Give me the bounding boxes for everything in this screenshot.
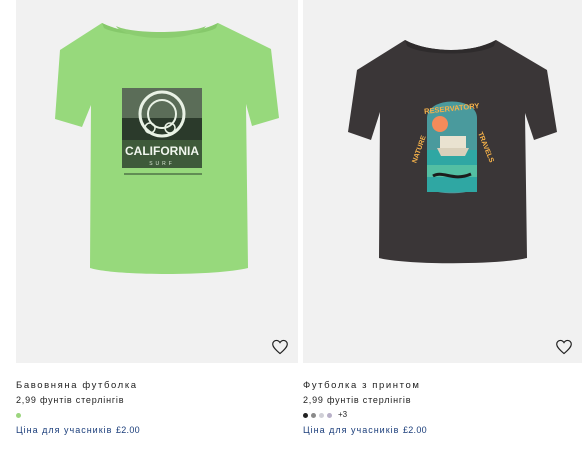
color-swatch[interactable] — [327, 412, 332, 418]
product-card[interactable]: RESERVATORY NATURE TRAVELS Футболка з пр… — [303, 0, 582, 436]
heart-icon[interactable] — [555, 339, 573, 355]
color-swatches — [16, 411, 298, 419]
product-price: 2,99 фунтів стерлінгів — [16, 395, 125, 405]
member-price: Ціна для учасників £2.00 — [303, 425, 582, 436]
product-image[interactable]: CALIFORNIA SURF — [16, 0, 298, 363]
member-price-label: Ціна для учасників — [16, 425, 113, 435]
heart-icon[interactable] — [271, 339, 289, 355]
charcoal-tshirt-image: RESERVATORY NATURE TRAVELS — [348, 40, 557, 264]
member-price-label: Ціна для учасників — [303, 425, 400, 435]
product-name[interactable]: Бавовняна футболка — [16, 380, 298, 392]
color-swatches: +3 — [303, 411, 582, 419]
more-colors-count[interactable]: +3 — [338, 411, 347, 419]
color-swatch[interactable] — [311, 412, 316, 418]
color-swatch[interactable] — [319, 412, 324, 418]
color-swatch[interactable] — [303, 412, 308, 418]
product-name[interactable]: Футболка з принтом — [303, 380, 582, 392]
product-image[interactable]: RESERVATORY NATURE TRAVELS — [303, 0, 582, 363]
member-price-value: £2.00 — [115, 425, 140, 435]
member-price-value: £2.00 — [402, 425, 427, 435]
member-price: Ціна для учасників £2.00 — [16, 425, 298, 436]
green-tshirt-image: CALIFORNIA SURF — [55, 23, 279, 274]
svg-text:CALIFORNIA: CALIFORNIA — [125, 144, 199, 158]
product-price: 2,99 фунтів стерлінгів — [303, 395, 412, 405]
product-card[interactable]: CALIFORNIA SURF Бавовняна футболка 2,99 … — [16, 0, 298, 436]
color-swatch[interactable] — [16, 412, 21, 418]
svg-text:SURF: SURF — [149, 161, 175, 167]
